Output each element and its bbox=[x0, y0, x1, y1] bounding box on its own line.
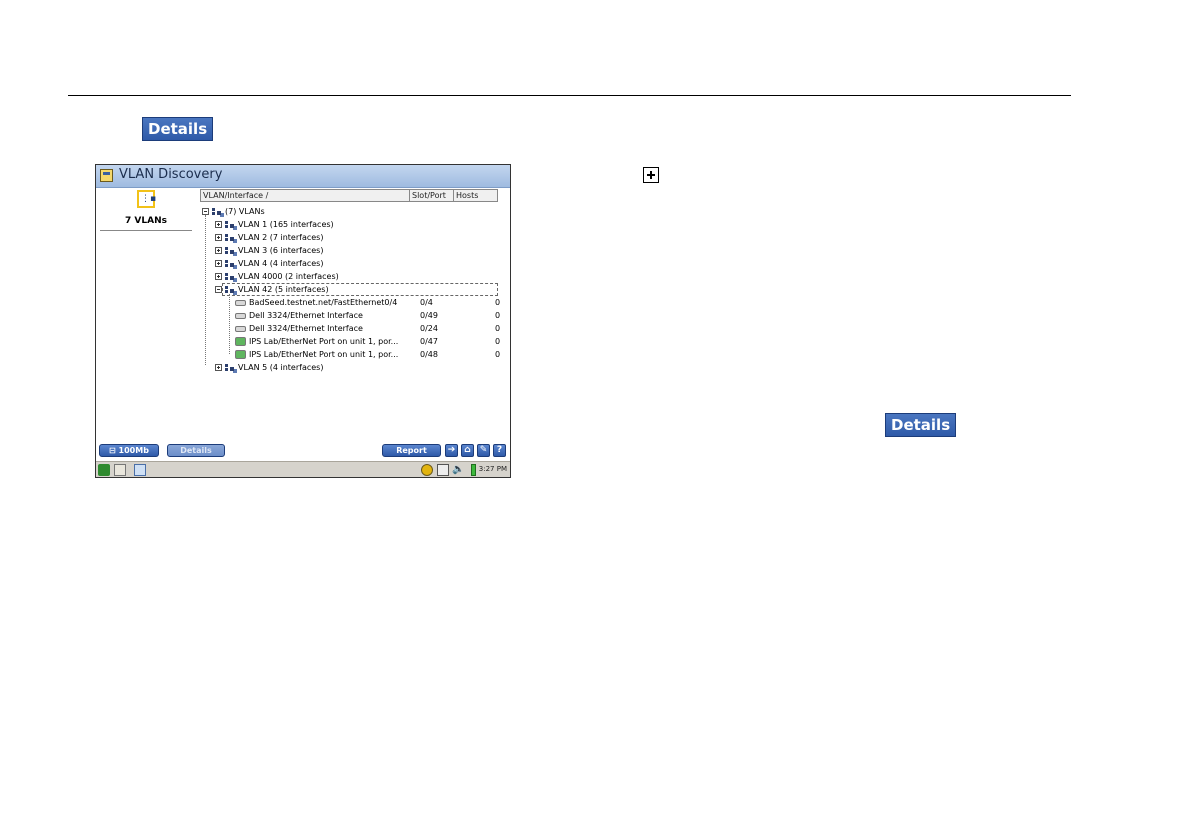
vlan-network-icon bbox=[224, 220, 236, 230]
tree-vlan-row[interactable]: VLAN 3 (6 interfaces) bbox=[200, 244, 500, 257]
clock: 3:27 PM bbox=[478, 465, 507, 473]
interface-name: BadSeed.testnet.net/FastEthernet0/4 bbox=[249, 298, 398, 307]
tools-wrench-icon[interactable]: ✎ bbox=[477, 444, 490, 457]
expand-icon[interactable] bbox=[215, 247, 222, 254]
interface-name: Dell 3324/Ethernet Interface bbox=[249, 311, 363, 320]
tree-vlan-row[interactable]: VLAN 4000 (2 interfaces) bbox=[200, 270, 500, 283]
collapse-icon[interactable] bbox=[202, 208, 209, 215]
collapse-icon[interactable] bbox=[215, 286, 222, 293]
vlan-label: VLAN 2 (7 interfaces) bbox=[238, 233, 324, 242]
vlan-network-icon bbox=[224, 259, 236, 269]
interface-hosts: 0 bbox=[495, 337, 501, 346]
interface-row[interactable]: BadSeed.testnet.net/FastEthernet0/4 0/4 … bbox=[200, 296, 500, 309]
interface-name: IPS Lab/EtherNet Port on unit 1, por... bbox=[249, 350, 399, 359]
tree-root[interactable]: (7) VLANs bbox=[200, 205, 500, 218]
interface-slot: 0/48 bbox=[420, 350, 438, 359]
vlan-network-icon bbox=[211, 207, 223, 217]
help-button[interactable]: ? bbox=[493, 444, 506, 457]
column-header-hosts[interactable]: Hosts bbox=[453, 189, 498, 202]
expand-icon[interactable] bbox=[215, 260, 222, 267]
vlan-label: VLAN 1 (165 interfaces) bbox=[238, 220, 334, 229]
details-button[interactable]: Details bbox=[167, 444, 225, 457]
report-button[interactable]: Report bbox=[382, 444, 441, 457]
vlan-count-label: 7 VLANs bbox=[125, 216, 167, 226]
vlan-label: VLAN 5 (4 interfaces) bbox=[238, 363, 324, 372]
title-bar: VLAN Discovery bbox=[96, 165, 510, 188]
expand-plus-icon bbox=[643, 167, 659, 183]
ethernet-port-icon: ⊟ bbox=[109, 446, 119, 455]
interface-name: IPS Lab/EtherNet Port on unit 1, por... bbox=[249, 337, 399, 346]
interface-slot: 0/49 bbox=[420, 311, 438, 320]
interface-row[interactable]: Dell 3324/Ethernet Interface 0/49 0 bbox=[200, 309, 500, 322]
keyboard-icon[interactable] bbox=[114, 464, 126, 476]
tree-root-label: (7) VLANs bbox=[225, 207, 265, 216]
details-button-illustration-2: Details bbox=[885, 413, 957, 437]
column-header-slot-port[interactable]: Slot/Port bbox=[409, 189, 453, 202]
interface-row[interactable]: Dell 3324/Ethernet Interface 0/24 0 bbox=[200, 322, 500, 335]
interface-port-icon bbox=[235, 300, 246, 306]
table-header: VLAN/Interface / Slot/Port Hosts bbox=[200, 189, 500, 202]
vlan-network-icon bbox=[224, 285, 236, 295]
interface-switch-icon bbox=[235, 350, 246, 359]
tree-vlan-row[interactable]: VLAN 4 (4 interfaces) bbox=[200, 257, 500, 270]
speaker-volume-icon[interactable]: 🔈 bbox=[452, 464, 464, 476]
vlan-label: VLAN 3 (6 interfaces) bbox=[238, 246, 324, 255]
vlan-label: VLAN 4 (4 interfaces) bbox=[238, 259, 324, 268]
vlan-network-icon bbox=[224, 233, 236, 243]
vlan-label: VLAN 42 (5 interfaces) bbox=[238, 285, 329, 294]
interface-port-icon bbox=[235, 313, 246, 319]
interface-hosts: 0 bbox=[495, 298, 501, 307]
vlan-network-icon bbox=[224, 363, 236, 373]
link-speed-button[interactable]: ⊟ 100Mb bbox=[99, 444, 159, 457]
interface-row[interactable]: IPS Lab/EtherNet Port on unit 1, por... … bbox=[200, 335, 500, 348]
link-speed-label: 100Mb bbox=[118, 446, 149, 455]
interface-port-icon bbox=[235, 326, 246, 332]
window-switch-icon[interactable] bbox=[134, 464, 146, 476]
column-header-vlan-interface[interactable]: VLAN/Interface / bbox=[200, 189, 409, 202]
home-icon[interactable]: ⌂ bbox=[461, 444, 474, 457]
tree-vlan-row[interactable]: VLAN 2 (7 interfaces) bbox=[200, 231, 500, 244]
tree-vlan-row[interactable]: VLAN 1 (165 interfaces) bbox=[200, 218, 500, 231]
page-rule bbox=[68, 95, 1071, 96]
expand-icon[interactable] bbox=[215, 273, 222, 280]
tree-vlan-row[interactable]: VLAN 5 (4 interfaces) bbox=[200, 361, 500, 374]
battery-card-icon[interactable] bbox=[437, 464, 449, 476]
vlan-discovery-window: VLAN Discovery ⋮▪ 7 VLANs VLAN/Interface… bbox=[95, 164, 511, 478]
expand-icon[interactable] bbox=[215, 364, 222, 371]
interface-switch-icon bbox=[235, 337, 246, 346]
expand-icon[interactable] bbox=[215, 234, 222, 241]
status-bar: 🔈 3:27 PM bbox=[96, 461, 510, 477]
interface-row[interactable]: IPS Lab/EtherNet Port on unit 1, por... … bbox=[200, 348, 500, 361]
interface-hosts: 0 bbox=[495, 324, 501, 333]
vlan-summary-icon[interactable]: ⋮▪ bbox=[137, 190, 156, 208]
vlan-label: VLAN 4000 (2 interfaces) bbox=[238, 272, 339, 281]
interface-hosts: 0 bbox=[495, 311, 501, 320]
window-app-icon bbox=[100, 169, 113, 182]
battery-level-icon bbox=[471, 464, 476, 476]
network-status-icon[interactable] bbox=[421, 464, 433, 476]
expand-icon[interactable] bbox=[215, 221, 222, 228]
interface-slot: 0/47 bbox=[420, 337, 438, 346]
vlan-network-icon bbox=[224, 246, 236, 256]
interface-name: Dell 3324/Ethernet Interface bbox=[249, 324, 363, 333]
interface-hosts: 0 bbox=[495, 350, 501, 359]
details-button-illustration: Details bbox=[142, 117, 214, 141]
tree-vlan-row-selected[interactable]: VLAN 42 (5 interfaces) bbox=[200, 283, 500, 296]
summary-divider bbox=[100, 230, 192, 231]
vlan-network-icon bbox=[224, 272, 236, 282]
interface-slot: 0/4 bbox=[420, 298, 433, 307]
forward-arrow-icon[interactable]: ➔ bbox=[445, 444, 458, 457]
window-title: VLAN Discovery bbox=[119, 167, 223, 182]
interface-slot: 0/24 bbox=[420, 324, 438, 333]
summary-pane: ⋮▪ 7 VLANs bbox=[96, 187, 196, 441]
vlan-table: VLAN/Interface / Slot/Port Hosts (7) VLA… bbox=[200, 189, 500, 441]
start-menu-icon[interactable] bbox=[98, 464, 110, 476]
bottom-toolbar: ⊟ 100Mb Details Report ➔ ⌂ ✎ ? bbox=[96, 443, 510, 459]
